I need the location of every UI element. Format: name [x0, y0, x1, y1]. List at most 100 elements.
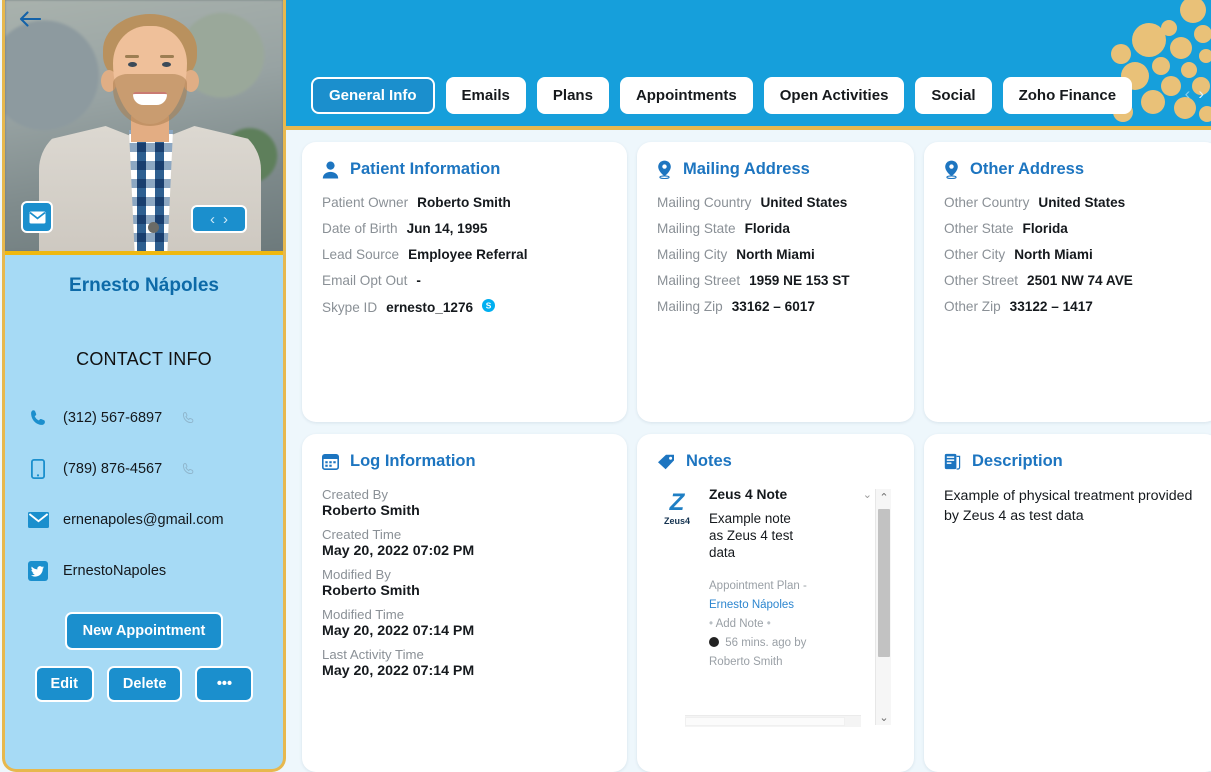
field-label: Mailing Street: [657, 273, 741, 288]
tab-social[interactable]: Social: [915, 77, 992, 114]
photo-brow-right: [160, 55, 174, 58]
field-label: Patient Owner: [322, 195, 409, 210]
back-button[interactable]: [15, 6, 45, 32]
field-label: Other Street: [944, 273, 1019, 288]
field-created-time: Created Time May 20, 2022 07:02 PM: [322, 527, 607, 559]
tag-icon: [657, 454, 675, 470]
photo-brow-left: [125, 55, 139, 58]
tab-open-activities[interactable]: Open Activities: [763, 77, 905, 114]
note-body: Example note as Zeus 4 test data: [709, 511, 794, 560]
field-mailing-state: Mailing State Florida: [657, 221, 894, 236]
field-modified-time: Modified Time May 20, 2022 07:14 PM: [322, 607, 607, 639]
contact-sidebar: ‹ › Ernesto Nápoles CONTACT INFO (312) 5…: [2, 0, 286, 772]
field-mailing-zip: Mailing Zip 33162 – 6017: [657, 299, 894, 314]
card-title: Log Information: [350, 452, 476, 470]
field-label: Skype ID: [322, 300, 378, 315]
call-icon[interactable]: [182, 462, 195, 475]
field-mailing-city: Mailing City North Miami: [657, 247, 894, 262]
field-modified-by: Modified By Roberto Smith: [322, 567, 607, 599]
note-item[interactable]: Z Zeus4 Zeus 4 Note Example note as Zeus…: [657, 487, 854, 672]
prev-record-button[interactable]: ‹: [210, 211, 215, 228]
field-value: Jun 14, 1995: [406, 221, 488, 236]
contact-row-email[interactable]: ernenapoles@gmail.com: [27, 494, 283, 545]
note-plan-label: Appointment Plan: [709, 580, 800, 593]
chevron-down-icon[interactable]: ⌄: [863, 488, 872, 501]
tab-general-info[interactable]: General Info: [311, 77, 435, 114]
note-contact-link[interactable]: Ernesto Nápoles: [709, 596, 807, 615]
tab-zoho-finance[interactable]: Zoho Finance: [1002, 77, 1133, 114]
field-other-country: Other Country United States: [944, 195, 1199, 210]
scroll-down-button[interactable]: ⌄: [876, 709, 892, 725]
mobile-value: (789) 876-4567: [63, 460, 163, 477]
details-grid: Patient Information Patient Owner Robert…: [288, 134, 1211, 772]
edit-button[interactable]: Edit: [34, 666, 94, 702]
zeus-logo-label: Zeus4: [663, 516, 690, 526]
add-note-button[interactable]: Add Note: [716, 618, 764, 630]
card-title: Patient Information: [350, 160, 501, 178]
field-value: North Miami: [736, 247, 815, 262]
card-patient-information: Patient Information Patient Owner Robert…: [302, 142, 627, 422]
field-label: Email Opt Out: [322, 273, 408, 288]
tab-plans[interactable]: Plans: [536, 77, 609, 114]
scroll-up-button[interactable]: ⌃: [876, 489, 892, 505]
page-header: General Info Emails Plans Appointments O…: [284, 0, 1211, 130]
call-icon[interactable]: [182, 411, 195, 424]
scrollbar-thumb[interactable]: [878, 509, 890, 657]
field-mailing-street: Mailing Street 1959 NE 153 ST: [657, 273, 894, 288]
envelope-icon: [28, 211, 46, 223]
field-value: Roberto Smith: [322, 583, 420, 599]
scrollbar-thumb[interactable]: [685, 717, 845, 726]
card-header: Mailing Address: [657, 160, 894, 179]
note-avatar: Z Zeus4: [657, 487, 697, 672]
field-last-activity-time: Last Activity Time May 20, 2022 07:14 PM: [322, 647, 607, 679]
phone-icon: [27, 408, 49, 427]
svg-text:S: S: [486, 301, 492, 311]
notes-horizontal-scrollbar[interactable]: [685, 715, 861, 727]
more-options-button[interactable]: •••: [195, 666, 254, 702]
tab-appointments[interactable]: Appointments: [619, 77, 753, 114]
contact-row-mobile[interactable]: (789) 876-4567: [27, 443, 283, 494]
field-value: 2501 NW 74 AVE: [1027, 273, 1133, 288]
contact-name: Ernesto Nápoles: [69, 275, 219, 296]
card-other-address: Other Address Other Country United State…: [924, 142, 1211, 422]
notes-list: Z Zeus4 Zeus 4 Note Example note as Zeus…: [657, 487, 854, 715]
tab-scroll-next-button[interactable]: ›: [1195, 84, 1207, 104]
field-value: Florida: [744, 221, 790, 236]
tab-emails[interactable]: Emails: [445, 77, 526, 114]
contact-row-phone[interactable]: (312) 567-6897: [27, 392, 283, 443]
field-skype-id: Skype ID ernesto_1276 S: [322, 299, 607, 315]
field-value: United States: [1038, 195, 1126, 210]
note-title: Zeus 4 Note: [709, 487, 788, 502]
calendar-icon: [322, 453, 339, 470]
delete-button[interactable]: Delete: [106, 666, 183, 702]
location-pin-icon: [657, 160, 672, 179]
new-appointment-button[interactable]: New Appointment: [64, 612, 224, 650]
field-label: Mailing Country: [657, 195, 752, 210]
photo-eye-right: [162, 62, 171, 67]
card-notes: Notes Z Zeus4 Zeus 4 Note Example note a…: [637, 434, 914, 772]
phone-value: (312) 567-6897: [63, 409, 163, 426]
field-value: United States: [760, 195, 848, 210]
bullet-icon: •: [709, 618, 714, 631]
field-value: May 20, 2022 07:02 PM: [322, 543, 475, 559]
next-record-button[interactable]: ›: [223, 211, 228, 228]
field-date-of-birth: Date of Birth Jun 14, 1995: [322, 221, 607, 236]
field-lead-source: Lead Source Employee Referral: [322, 247, 607, 262]
field-label: Modified By: [322, 567, 391, 582]
zeus-logo-icon: Z: [669, 489, 685, 516]
contact-row-twitter[interactable]: ErnestoNapoles: [27, 545, 283, 596]
card-header: Patient Information: [322, 160, 607, 179]
back-arrow-icon: [19, 11, 41, 27]
send-email-button[interactable]: [21, 201, 53, 233]
skype-icon[interactable]: S: [482, 299, 496, 312]
field-value: Roberto Smith: [322, 503, 420, 519]
clock-icon: [709, 637, 719, 648]
notes-vertical-scrollbar[interactable]: ⌃ ⌄: [875, 489, 891, 725]
card-mailing-address: Mailing Address Mailing Country United S…: [637, 142, 914, 422]
contact-info-list: (312) 567-6897 (789) 876-4567 ernenapole…: [5, 392, 283, 596]
tab-scroll-prev-button[interactable]: ‹: [1182, 84, 1194, 104]
record-pager[interactable]: ‹ ›: [191, 205, 247, 233]
field-value: 33162 – 6017: [731, 299, 815, 314]
twitter-icon: [27, 560, 49, 581]
card-title: Other Address: [970, 160, 1085, 178]
